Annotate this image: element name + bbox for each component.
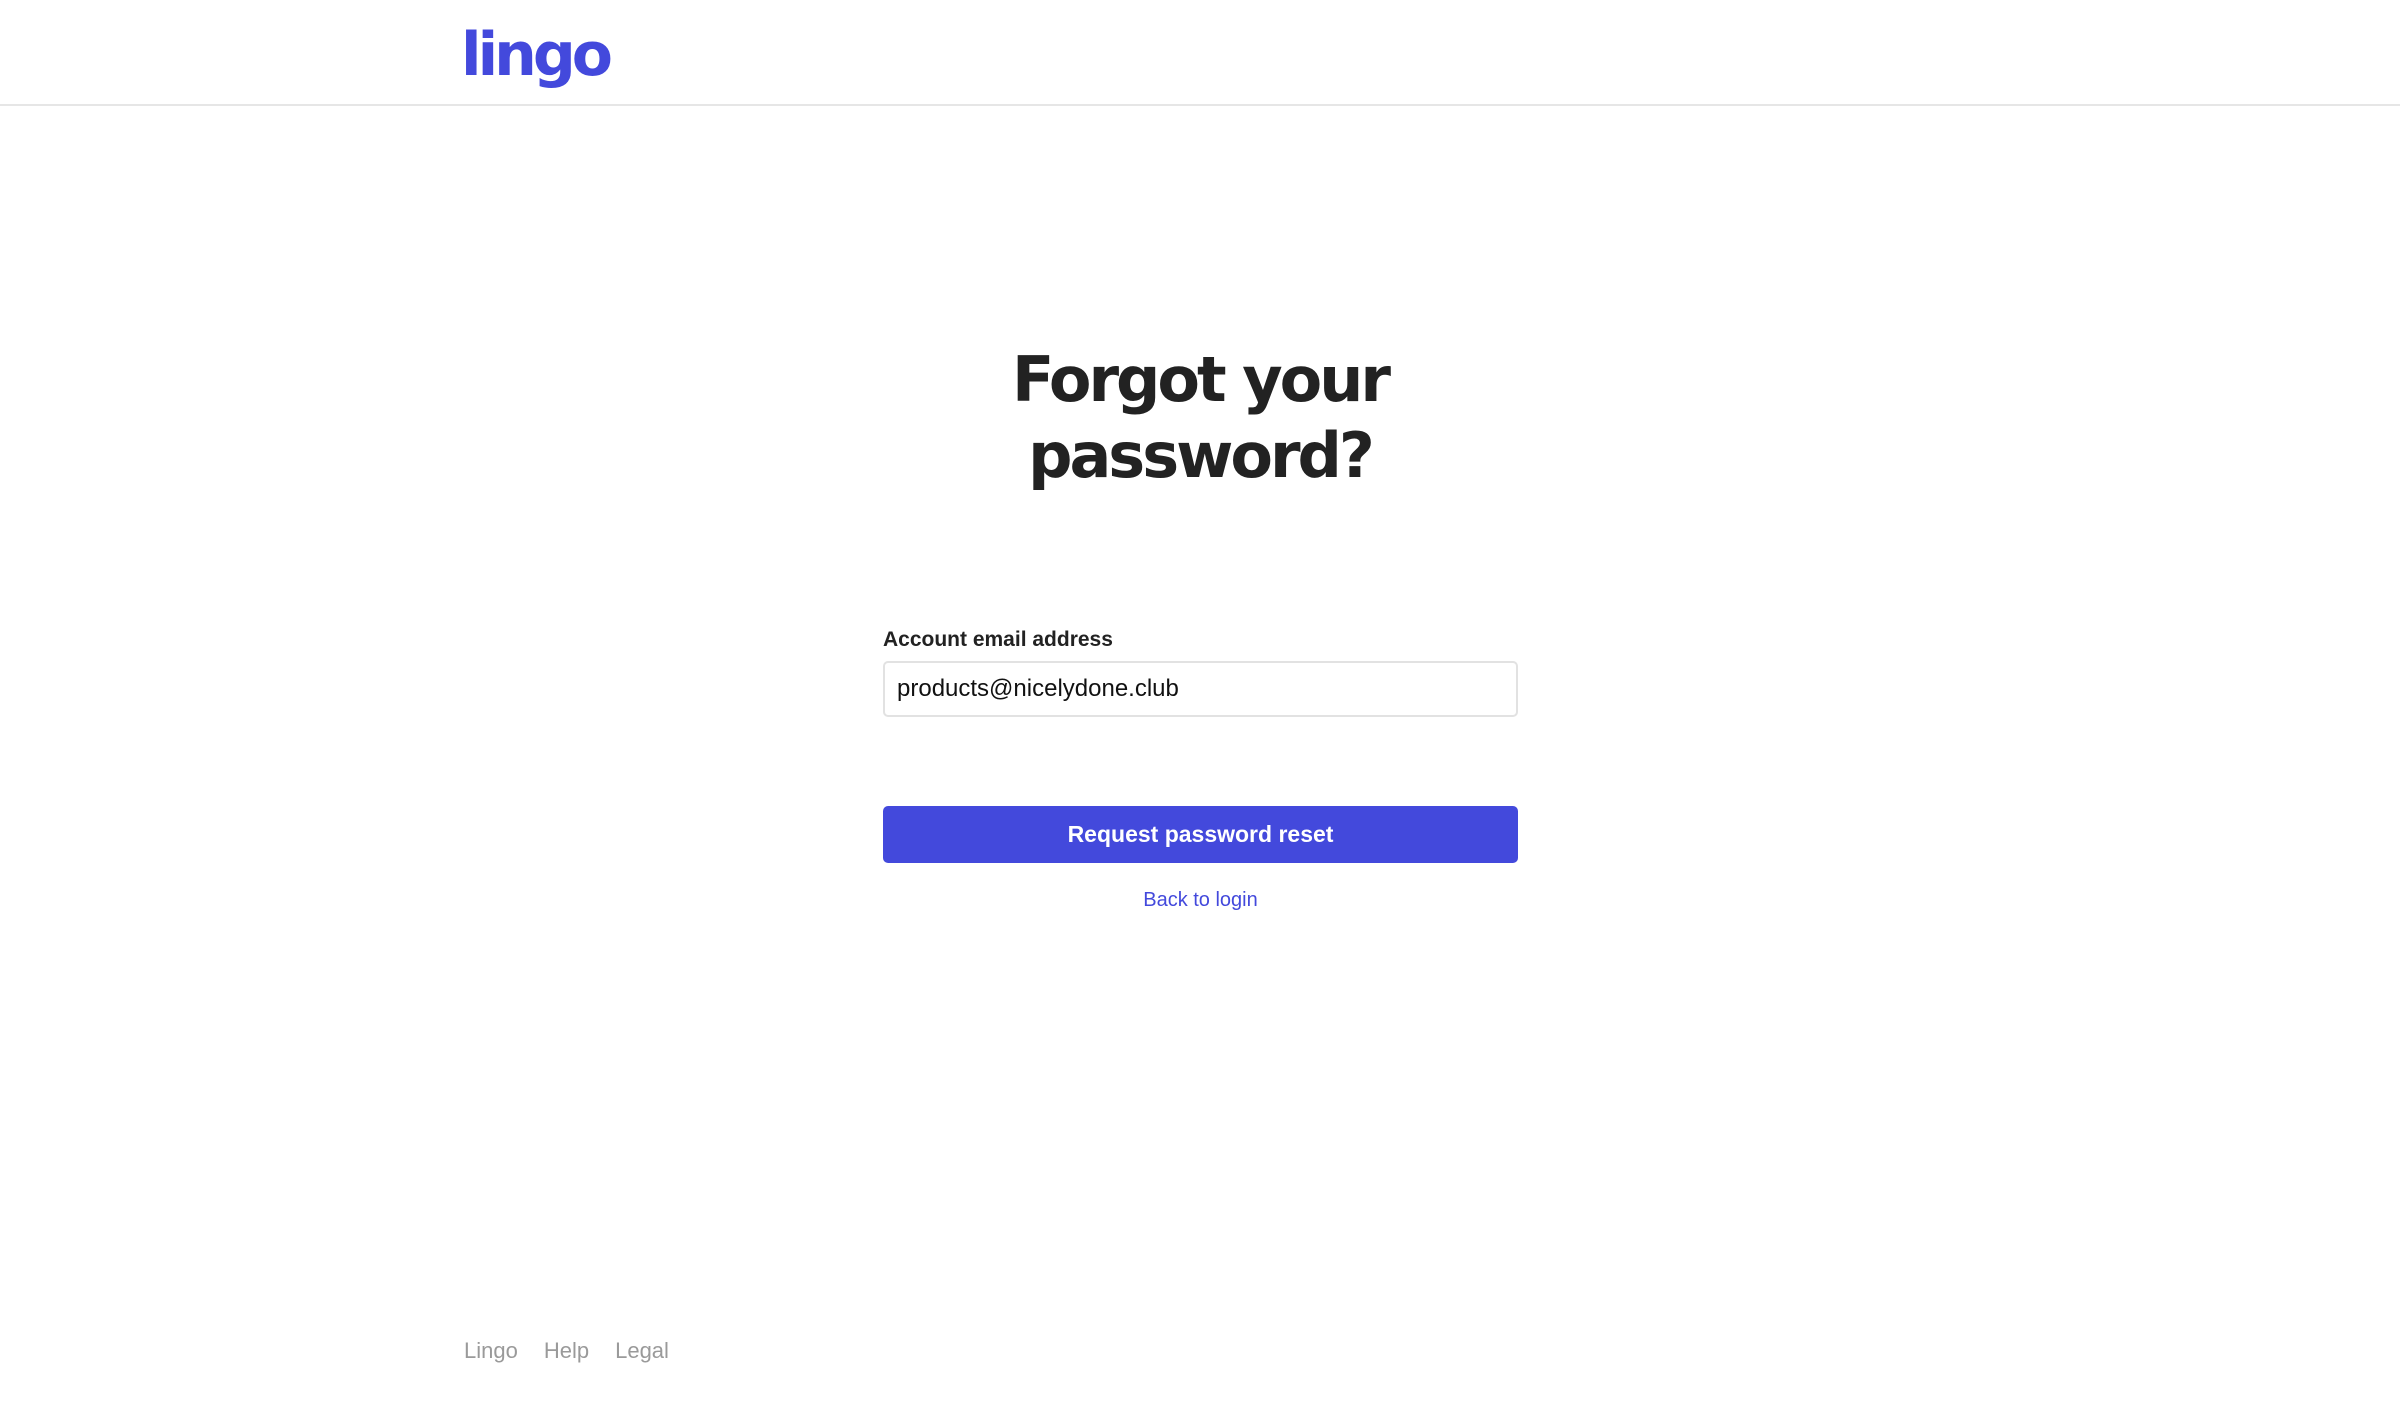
footer-links: Lingo Help Legal — [464, 1336, 669, 1366]
page-title-line-1: Forgot your — [1012, 343, 1391, 416]
lingo-logo[interactable]: lingo — [461, 14, 613, 96]
footer-link-lingo[interactable]: Lingo — [464, 1336, 518, 1366]
page-title-line-2: password? — [1028, 419, 1375, 492]
footer-link-help[interactable]: Help — [544, 1336, 589, 1366]
top-navigation-bar: lingo — [0, 0, 2400, 106]
request-password-reset-button[interactable]: Request password reset — [883, 806, 1518, 863]
email-field-label: Account email address — [883, 628, 1113, 651]
footer-link-legal[interactable]: Legal — [615, 1336, 669, 1366]
page-title: Forgot your password? — [900, 342, 1500, 494]
back-to-login-link[interactable]: Back to login — [883, 886, 1518, 914]
email-field[interactable] — [883, 661, 1518, 717]
